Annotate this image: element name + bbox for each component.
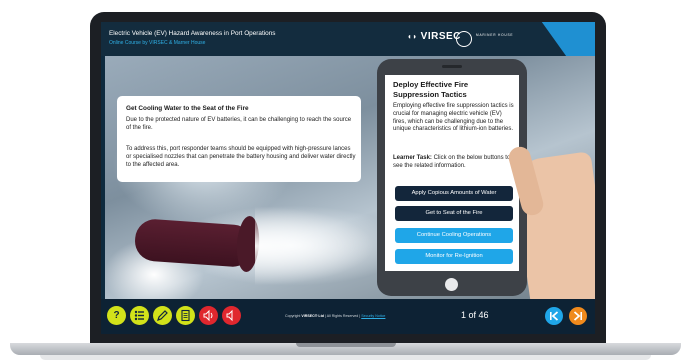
laptop-notch — [296, 343, 396, 347]
monitor-reignition-button[interactable]: Monitor for Re-Ignition — [395, 249, 513, 264]
background-water-spray — [255, 206, 375, 286]
pencil-button[interactable] — [153, 306, 172, 325]
copyright-prefix: Copyright — [285, 314, 302, 318]
phone-mockup: Deploy Effective Fire Suppression Tactic… — [377, 59, 527, 296]
next-button[interactable] — [569, 307, 587, 325]
apply-water-button[interactable]: Apply Copious Amounts of Water — [395, 186, 513, 201]
help-icon: ? — [113, 310, 120, 321]
partner-logo: MARINER HOUSE — [456, 31, 516, 47]
virsec-mark-icon: ◖◗ — [407, 32, 418, 41]
mute-icon — [226, 309, 233, 322]
pencil-icon — [157, 310, 168, 321]
course-subtitle: Online Course by VIRSEC & Marner House — [109, 40, 206, 46]
page-indicator: 1 of 46 — [461, 310, 489, 320]
course-title: Electric Vehicle (EV) Hazard Awareness i… — [109, 30, 276, 37]
menu-button[interactable] — [130, 306, 149, 325]
mute-button[interactable] — [222, 306, 241, 325]
audio-button[interactable] — [199, 306, 218, 325]
course-header: Electric Vehicle (EV) Hazard Awareness i… — [101, 22, 595, 56]
phone-speaker — [442, 65, 462, 68]
phone-title: Deploy Effective Fire Suppression Tactic… — [393, 80, 469, 99]
seat-of-fire-button[interactable]: Get to Seat of the Fire — [395, 206, 513, 221]
phone-screen: Deploy Effective Fire Suppression Tactic… — [385, 75, 519, 271]
next-icon — [573, 311, 582, 321]
copyright-text: Copyright VIRSEC® Ltd | All Rights Reser… — [285, 314, 385, 318]
course-screen: Electric Vehicle (EV) Hazard Awareness i… — [101, 22, 595, 334]
header-corner-accent — [541, 22, 595, 56]
virsec-logo-text: VIRSEC — [420, 31, 461, 42]
learner-task-label: Learner Task: — [393, 155, 432, 161]
slide-content: Get Cooling Water to the Seat of the Fir… — [105, 56, 595, 299]
menu-list-icon — [134, 310, 144, 321]
help-button[interactable]: ? — [107, 306, 126, 325]
course-footer: ? Copyright VIRSEC® Ltd | All Rights Res… — [101, 299, 595, 334]
info-paragraph-1: Due to the protected nature of EV batter… — [126, 117, 352, 131]
previous-button[interactable] — [545, 307, 563, 325]
previous-icon — [550, 311, 559, 321]
partner-emblem-icon — [456, 31, 472, 47]
phone-body: Employing effective fire suppression tac… — [393, 103, 514, 133]
laptop-shadow — [40, 355, 651, 360]
notes-icon — [181, 309, 190, 322]
notes-button[interactable] — [176, 306, 195, 325]
info-paragraph-2: To address this, port responder teams sh… — [126, 146, 356, 168]
continue-cooling-button[interactable]: Continue Cooling Operations — [395, 228, 513, 243]
copyright-brand: VIRSEC® Ltd — [301, 314, 325, 318]
info-box: Get Cooling Water to the Seat of the Fir… — [117, 96, 361, 182]
info-title: Get Cooling Water to the Seat of the Fir… — [126, 105, 249, 112]
virsec-logo: ◖◗ VIRSEC — [407, 31, 461, 42]
copyright-suffix: | All Rights Reserved | — [324, 314, 362, 318]
audio-icon — [203, 309, 213, 322]
security-notice-link[interactable]: Security Notice — [361, 314, 385, 318]
learner-task: Learner Task: Click on the below buttons… — [393, 155, 515, 171]
phone-home-button — [445, 278, 458, 291]
partner-logo-text: MARINER HOUSE — [476, 33, 514, 37]
